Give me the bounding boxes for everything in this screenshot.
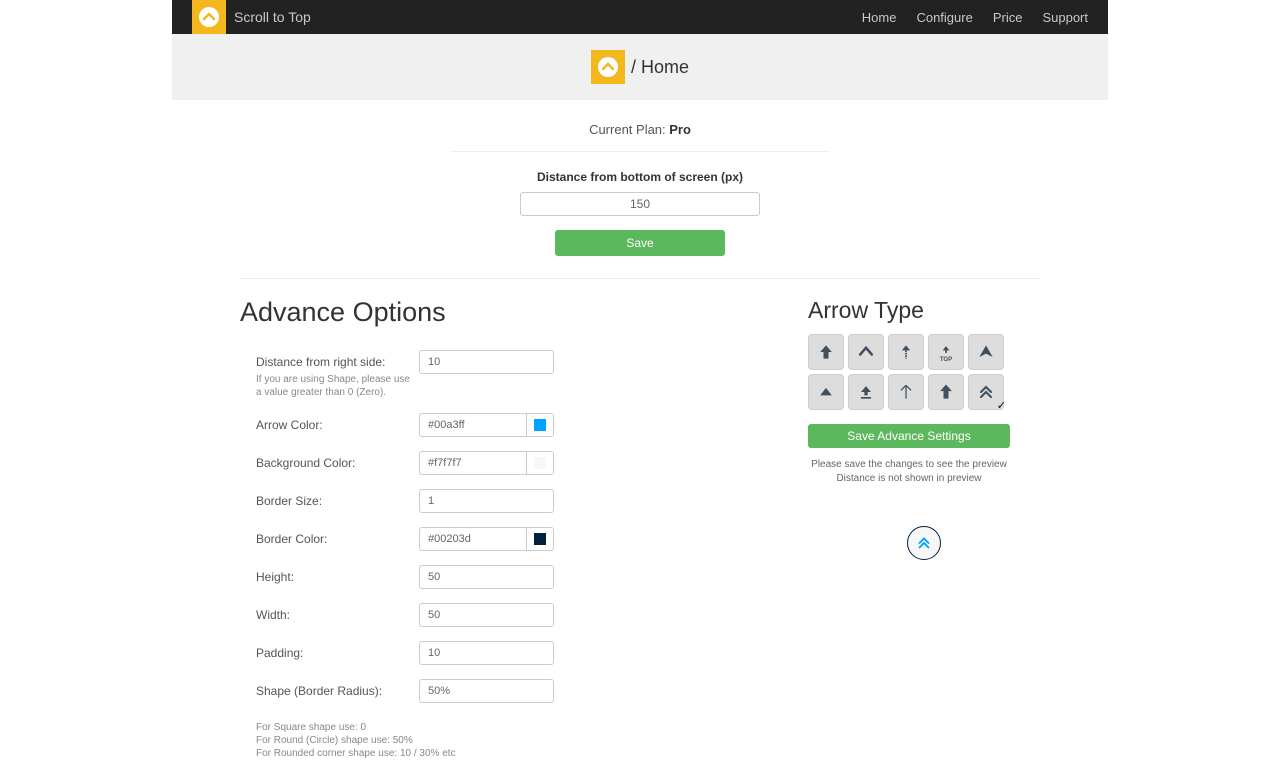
arrow-type-6[interactable] — [808, 374, 844, 410]
padding-input[interactable] — [419, 641, 554, 665]
shape-help-3: For Rounded corner shape use: 10 / 30% e… — [256, 747, 554, 760]
border-color-input[interactable] — [419, 527, 526, 551]
dist-right-help: If you are using Shape, please use a val… — [256, 373, 411, 399]
height-label: Height: — [256, 565, 411, 584]
shape-help-1: For Square shape use: 0 — [256, 721, 554, 734]
preview-note: Please save the changes to see the previ… — [808, 458, 1010, 486]
nav-configure[interactable]: Configure — [916, 10, 972, 25]
height-input[interactable] — [419, 565, 554, 589]
save-advance-button[interactable]: Save Advance Settings — [808, 424, 1010, 448]
save-button[interactable]: Save — [555, 230, 725, 256]
border-size-label: Border Size: — [256, 489, 411, 508]
arrow-type-grid: TOP — [808, 334, 1008, 410]
nav-support[interactable]: Support — [1042, 10, 1088, 25]
border-size-input[interactable] — [419, 489, 554, 513]
brand: Scroll to Top — [192, 0, 311, 34]
bg-color-label: Background Color: — [256, 451, 411, 470]
width-label: Width: — [256, 603, 411, 622]
advance-title: Advance Options — [240, 297, 780, 328]
width-input[interactable] — [419, 603, 554, 627]
arrow-color-input[interactable] — [419, 413, 526, 437]
arrow-type-7[interactable] — [848, 374, 884, 410]
brand-logo-icon — [192, 0, 226, 34]
nav-home[interactable]: Home — [862, 10, 897, 25]
shape-label: Shape (Border Radius): — [256, 679, 411, 698]
arrow-type-10[interactable] — [968, 374, 1004, 410]
arrow-type-1[interactable] — [808, 334, 844, 370]
arrow-type-title: Arrow Type — [808, 297, 1040, 324]
brand-text: Scroll to Top — [234, 9, 311, 25]
arrow-color-swatch[interactable] — [526, 413, 554, 437]
arrow-type-4[interactable]: TOP — [928, 334, 964, 370]
distance-section: Distance from bottom of screen (px) Save — [0, 152, 1280, 256]
shape-input[interactable] — [419, 679, 554, 703]
distance-input[interactable] — [520, 192, 760, 216]
arrow-type-2[interactable] — [848, 334, 884, 370]
arrow-type-3[interactable] — [888, 334, 924, 370]
bg-color-input[interactable] — [419, 451, 526, 475]
arrow-type-8[interactable] — [888, 374, 924, 410]
distance-label: Distance from bottom of screen (px) — [0, 170, 1280, 184]
banner-logo-icon — [591, 50, 625, 84]
nav-links: Home Configure Price Support — [862, 10, 1088, 25]
plan-value: Pro — [669, 122, 691, 137]
border-color-swatch[interactable] — [526, 527, 554, 551]
border-color-label: Border Color: — [256, 527, 411, 546]
nav-price[interactable]: Price — [993, 10, 1023, 25]
arrow-type-5[interactable] — [968, 334, 1004, 370]
bg-color-swatch[interactable] — [526, 451, 554, 475]
shape-help-2: For Round (Circle) shape use: 50% — [256, 734, 554, 747]
plan-row: Current Plan: Pro — [0, 100, 1280, 151]
arrow-type-9[interactable] — [928, 374, 964, 410]
arrow-color-label: Arrow Color: — [256, 413, 411, 432]
preview-icon — [907, 526, 941, 560]
plan-label: Current Plan: — [589, 122, 669, 137]
dist-right-input[interactable] — [419, 350, 554, 374]
padding-label: Padding: — [256, 641, 411, 660]
breadcrumb: / Home — [631, 57, 689, 78]
dist-right-label: Distance from right side: — [256, 350, 411, 369]
navbar: Scroll to Top Home Configure Price Suppo… — [172, 0, 1108, 34]
banner: / Home — [172, 34, 1108, 100]
